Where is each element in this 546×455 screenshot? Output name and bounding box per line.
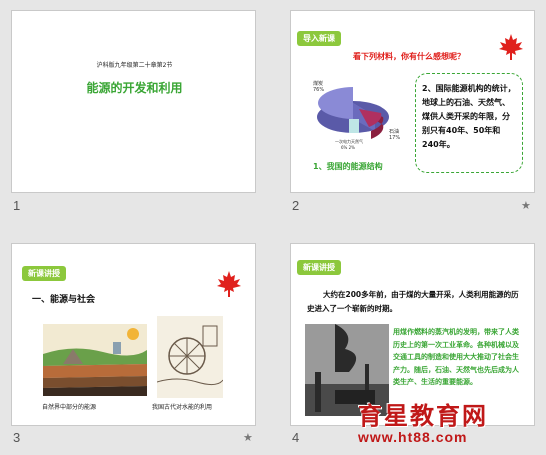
slide-thumbnail-2[interactable]: 导入新课 看下列材料，你有什么感想呢？ 煤炭 76% 石油 17% 一次电力天然…	[290, 10, 535, 193]
slide-number-2: 2	[292, 198, 300, 213]
slide-4-green-text: 用煤作燃料的蒸汽机的发明，带来了人类历史上的第一次工业革命。各种机械以及交通工具…	[393, 328, 519, 387]
callout-text: 2、国际能源机构的统计，地球上的石油、天然气、煤供人类开采的年限，分别只有40年…	[422, 84, 516, 149]
slide-1-title: 能源的开发和利用	[86, 81, 183, 95]
slide-number-1: 1	[13, 198, 21, 213]
slide-thumbnail-1[interactable]: 沪科版九年级第二十章第2节 能源的开发和利用	[11, 10, 256, 193]
energy-sources-image	[43, 324, 147, 396]
svg-text:76%: 76%	[313, 87, 324, 93]
slide-3-caption-left: 自然界中部分的能源	[42, 404, 97, 411]
slide-3-tag: 新课讲授	[22, 266, 66, 281]
slide-number-3: 3	[13, 430, 21, 445]
ancient-waterwheel-image	[157, 316, 223, 398]
watermark-title: 育星教育网	[358, 401, 488, 430]
slide-3-star-icon[interactable]: ★	[243, 431, 253, 444]
slide-2-star-icon[interactable]: ★	[521, 199, 531, 212]
slide-1-subtitle: 沪科版九年级第二十章第2节	[96, 62, 173, 69]
slide-2-callout: 2、国际能源机构的统计，地球上的石油、天然气、煤供人类开采的年限，分别只有40年…	[415, 73, 523, 173]
slide-4-tag: 新课讲授	[297, 260, 341, 275]
slide-4-paragraph: 大约在200多年前，由于煤的大量开采，人类利用能源的历史进入了一个崭新的时期。	[307, 290, 519, 313]
svg-text:石油: 石油	[389, 128, 399, 135]
slide-3-caption-right: 我国古代对水能的利用	[152, 404, 213, 411]
slide-2-tag: 导入新课	[297, 31, 341, 46]
maple-leaf-icon	[499, 34, 523, 60]
svg-text:17%: 17%	[389, 135, 400, 141]
slide-thumbnail-3[interactable]: 新课讲授 一、能源与社会 自然界中部分的能源 我国古代对水能的利用	[11, 243, 256, 426]
slide-2-caption: 1、我国的能源结构	[313, 162, 383, 171]
energy-pie-chart: 煤炭 76% 石油 17% 一次电力天然气 6% 2%	[313, 80, 400, 150]
svg-text:6% 2%: 6% 2%	[341, 145, 355, 150]
watermark-logo: 育星教育网 www.ht88.com	[358, 396, 546, 455]
slide-3-heading: 一、能源与社会	[32, 295, 96, 305]
svg-text:煤炭: 煤炭	[313, 80, 323, 87]
slide-2-question: 看下列材料，你有什么感想呢？	[353, 52, 465, 61]
svg-text:一次电力天然气: 一次电力天然气	[335, 138, 363, 144]
slide-number-4: 4	[292, 430, 300, 445]
watermark-url: www.ht88.com	[358, 429, 468, 445]
maple-leaf-icon	[217, 271, 241, 297]
